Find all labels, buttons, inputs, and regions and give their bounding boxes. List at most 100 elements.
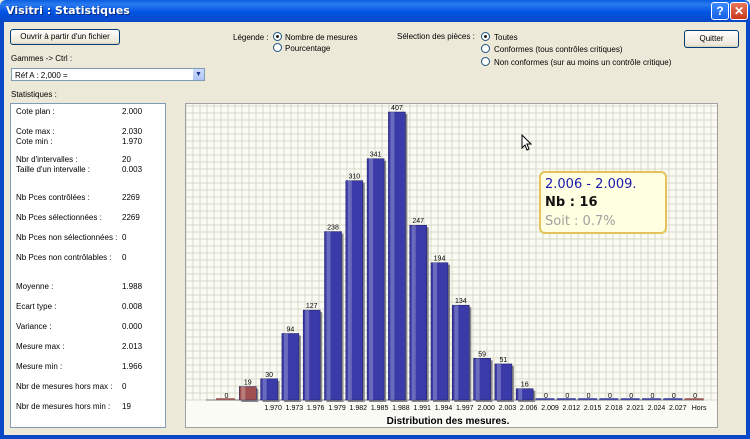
x-tick-label: 2.021 bbox=[626, 405, 644, 412]
legend-radio-percent[interactable] bbox=[273, 43, 282, 52]
stat-value: 0 bbox=[122, 382, 127, 391]
stat-value: 2.030 bbox=[122, 127, 143, 136]
open-file-button[interactable]: Ouvrir à partir d'un fichier bbox=[10, 29, 120, 45]
stat-value: 0.008 bbox=[122, 302, 143, 311]
x-tick-label: 1.973 bbox=[286, 405, 304, 412]
statistics-panel: Cote plan : 2.000 Cote max : 2.030 Cote min … bbox=[10, 103, 166, 428]
x-tick-label: 2.009 bbox=[541, 405, 559, 412]
stat-label: Nbr de mesures hors min : bbox=[16, 402, 111, 411]
stat-value: 1.966 bbox=[122, 362, 143, 371]
stat-label: Cote min : bbox=[16, 137, 53, 146]
stat-value: 1.988 bbox=[122, 282, 143, 291]
x-tick-label: 1.997 bbox=[456, 405, 474, 412]
window-frame-right bbox=[746, 22, 750, 439]
histogram-svg: 0 19 30 1.970 94 1.973 127 1.976 238 1.979 310 1.98… bbox=[186, 104, 717, 427]
x-tick-label: 1.991 bbox=[413, 405, 431, 412]
close-button[interactable]: ✕ bbox=[730, 2, 748, 20]
x-tick-label: Hors bbox=[692, 405, 707, 412]
histogram-chart: 0 19 30 1.970 94 1.973 127 1.976 238 1.979 310 1.98… bbox=[185, 103, 718, 428]
x-tick-label: 1.988 bbox=[392, 405, 410, 412]
legend-label: Légende : bbox=[233, 33, 269, 42]
bar-highlight bbox=[454, 305, 459, 400]
tooltip-count: Nb : 16 bbox=[545, 195, 598, 210]
bar-value-label: 194 bbox=[434, 256, 446, 263]
mouse-cursor-icon bbox=[521, 134, 533, 151]
bar-highlight bbox=[390, 112, 395, 400]
stat-value: 1.970 bbox=[122, 137, 143, 146]
bar-value-label: 0 bbox=[587, 393, 591, 400]
bar-highlight bbox=[496, 363, 501, 400]
chevron-down-icon[interactable]: ▼ bbox=[193, 69, 204, 80]
window-frame-left bbox=[0, 22, 4, 439]
bar-highlight bbox=[475, 358, 480, 400]
stat-label: Nbr de mesures hors max : bbox=[16, 382, 113, 391]
tooltip-percent: Soit : 0.7% bbox=[545, 214, 616, 229]
bar-value-label: 238 bbox=[327, 225, 339, 232]
bar-value-label: 0 bbox=[693, 393, 697, 400]
statistics-label: Statistiques : bbox=[11, 90, 57, 99]
stat-label: Ecart type : bbox=[16, 302, 57, 311]
bar-value-label: 59 bbox=[478, 351, 486, 358]
bar-value-label: 16 bbox=[521, 382, 529, 389]
x-tick-label: 2.003 bbox=[499, 405, 517, 412]
bar-highlight bbox=[518, 388, 523, 400]
bar-value-label: 0 bbox=[608, 393, 612, 400]
bar-highlight bbox=[369, 158, 374, 400]
tooltip-range: 2.006 - 2.009. bbox=[545, 177, 637, 192]
title-bar: Visitri : Statistiques ? ✕ bbox=[0, 0, 750, 22]
selection-option-nonconform[interactable]: Non conformes (sur au moins un contrôle … bbox=[494, 58, 671, 67]
stat-label: Nb Pces sélectionnées : bbox=[16, 213, 102, 222]
bar-value-label: 19 bbox=[244, 380, 252, 387]
stat-value: 2.013 bbox=[122, 342, 143, 351]
stat-label: Mesure max : bbox=[16, 342, 65, 351]
bar-highlight bbox=[347, 180, 352, 400]
stat-value: 19 bbox=[122, 402, 131, 411]
selection-radio-nonconform[interactable] bbox=[481, 57, 490, 66]
stat-label: Nbr d'intervalles : bbox=[16, 155, 78, 164]
bar-value-label: 0 bbox=[629, 393, 633, 400]
bar-value-label: 0 bbox=[225, 393, 229, 400]
bar-highlight bbox=[326, 231, 331, 400]
stat-label: Cote max : bbox=[16, 127, 55, 136]
bar-value-label: 30 bbox=[265, 372, 273, 379]
stat-value: 2269 bbox=[122, 213, 140, 222]
stat-label: Nb Pces non sélectionnées : bbox=[16, 233, 118, 242]
stat-label: Variance : bbox=[16, 322, 52, 331]
x-tick-label: 2.012 bbox=[563, 405, 581, 412]
chart-title: Distribution des mesures. bbox=[387, 416, 510, 427]
stat-label: Nb Pces non contrôlables : bbox=[16, 253, 112, 262]
bar-highlight bbox=[433, 262, 437, 400]
bar-value-label: 310 bbox=[348, 174, 360, 181]
legend-option-percent[interactable]: Pourcentage bbox=[285, 44, 330, 53]
help-button[interactable]: ? bbox=[711, 2, 729, 20]
bar-value-label: 341 bbox=[370, 152, 382, 159]
stat-value: 20 bbox=[122, 155, 131, 164]
legend-option-count[interactable]: Nombre de mesures bbox=[285, 33, 357, 42]
quit-button[interactable]: Quitter bbox=[684, 30, 739, 48]
selection-radio-all[interactable] bbox=[481, 32, 490, 41]
stat-label: Taille d'un intervalle : bbox=[16, 165, 91, 174]
selection-option-all[interactable]: Toutes bbox=[494, 33, 518, 42]
stat-value: 0.003 bbox=[122, 165, 143, 174]
selection-label: Sélection des pièces : bbox=[397, 32, 475, 41]
bar-highlight bbox=[305, 310, 310, 400]
bar-value-label: 407 bbox=[391, 105, 403, 112]
selection-option-conform[interactable]: Conformes (tous contrôles critiques) bbox=[494, 45, 623, 54]
gammes-select[interactable]: Réf A : 2,000 = ▼ bbox=[11, 68, 205, 81]
x-tick-label: 1.976 bbox=[307, 405, 325, 412]
legend-radio-count[interactable] bbox=[273, 32, 282, 41]
window-frame-bottom bbox=[0, 435, 750, 439]
bar-value-label: 94 bbox=[287, 326, 295, 333]
bar-highlight bbox=[241, 386, 246, 400]
bar-value-label: 0 bbox=[544, 393, 548, 400]
x-tick-label: 1.970 bbox=[264, 405, 282, 412]
stat-value: 0 bbox=[122, 253, 127, 262]
x-tick-label: 2.015 bbox=[584, 405, 602, 412]
bar-value-label: 127 bbox=[306, 303, 318, 310]
x-tick-label: 2.024 bbox=[648, 405, 666, 412]
selection-radio-conform[interactable] bbox=[481, 44, 490, 53]
gammes-label: Gammes -> Ctrl : bbox=[11, 54, 73, 63]
stat-label: Cote plan : bbox=[16, 107, 55, 116]
x-tick-label: 2.027 bbox=[669, 405, 687, 412]
x-tick-label: 2.018 bbox=[605, 405, 623, 412]
